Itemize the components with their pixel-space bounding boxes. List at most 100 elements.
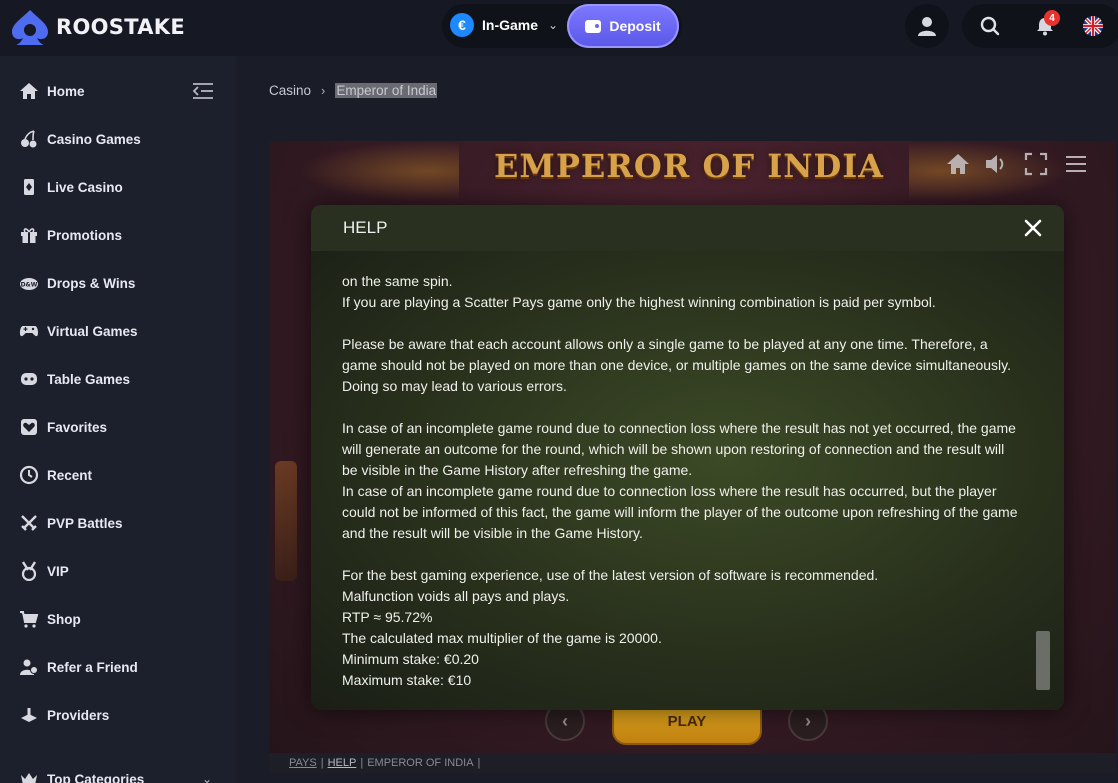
game-footer: PAYS | HELP | EMPEROR OF INDIA |: [269, 753, 1116, 773]
sidebar-item-providers[interactable]: Providers: [0, 695, 236, 735]
sidebar-item-label: Refer a Friend: [47, 659, 138, 675]
uk-flag-icon[interactable]: [1083, 16, 1103, 36]
help-text-line: Doing so may lead to various errors.: [342, 378, 567, 394]
help-paragraph-gap: [342, 313, 1032, 334]
wallet-selector[interactable]: € In-Game ⌄ Deposit: [442, 4, 682, 48]
wallet-currency[interactable]: € In-Game ⌄: [450, 13, 558, 37]
sidebar: Home Casino Games Live Casino Promotions…: [0, 56, 236, 783]
crown-icon: [21, 773, 37, 783]
footer-separator: |: [360, 757, 364, 769]
help-text-line: In case of an incomplete game round due …: [342, 483, 997, 499]
sidebar-item-vip[interactable]: VIP: [0, 551, 236, 591]
sidebar-item-label: Virtual Games: [47, 323, 138, 339]
help-text-line: Malfunction voids all pays and plays.: [342, 588, 570, 604]
speaker-icon[interactable]: [983, 151, 1009, 177]
sidebar-item-casino-games[interactable]: Casino Games: [0, 119, 236, 159]
footer-separator: |: [320, 757, 324, 769]
help-modal-title: HELP: [343, 218, 388, 237]
sidebar-item-label: Live Casino: [47, 179, 123, 195]
help-text-line: will generate an outcome for the round, …: [342, 441, 1005, 457]
sidebar-item-refer-a-friend[interactable]: Refer a Friend: [0, 647, 236, 687]
sidebar-item-label: Home: [47, 83, 85, 99]
help-text-line: For the best gaming experience, use of t…: [342, 567, 879, 583]
footer-game-name: EMPEROR OF INDIA: [367, 757, 474, 769]
breadcrumb: Casino › Emperor of India: [269, 83, 438, 98]
sidebar-item-label: Shop: [47, 611, 81, 627]
help-text-line: be visible in the Game History after ref…: [342, 462, 693, 478]
search-icon[interactable]: [980, 16, 1000, 36]
sidebar-item-live-casino[interactable]: Live Casino: [0, 167, 236, 207]
help-paragraph-gap: [342, 397, 1032, 418]
help-text-line: game should not be played on more than o…: [342, 357, 1012, 373]
table-icon: [21, 373, 37, 385]
help-text-line: Minimum stake: €0.20: [342, 651, 479, 667]
fullscreen-icon[interactable]: [1023, 151, 1049, 177]
help-text-line: If you are playing a Scatter Pays game o…: [342, 294, 936, 310]
top-bar: ROOSTAKE € In-Game ⌄ Deposit 4: [0, 0, 1118, 56]
sidebar-item-virtual-games[interactable]: Virtual Games: [0, 311, 236, 351]
help-text-line: could not be informed of this fact, the …: [342, 504, 1018, 520]
sidebar-item-favorites[interactable]: Favorites: [0, 407, 236, 447]
close-icon[interactable]: [1021, 216, 1045, 240]
gift-icon: [21, 228, 37, 243]
home-icon[interactable]: [945, 151, 971, 177]
help-text-line: Maximum stake: €10: [342, 672, 472, 688]
help-text-line: In case of an incomplete game round due …: [342, 420, 1016, 436]
sidebar-item-label: Favorites: [47, 419, 108, 435]
help-text-line: and the result will be visible in the Ga…: [342, 525, 643, 541]
medal-icon: [21, 561, 37, 581]
breadcrumb-casino[interactable]: Casino: [269, 83, 311, 98]
brand-name: ROOSTAKE: [56, 15, 185, 39]
sidebar-item-recent[interactable]: Recent: [0, 455, 236, 495]
sidebar-item-shop[interactable]: Shop: [0, 599, 236, 639]
brand-logo[interactable]: ROOSTAKE: [10, 8, 185, 46]
help-scrollbar-track[interactable]: [1036, 261, 1050, 691]
euro-icon: €: [450, 13, 474, 37]
help-text-line: Please be aware that each account allows…: [342, 336, 988, 352]
sidebar-item-promotions[interactable]: Promotions: [0, 215, 236, 255]
header-actions: 4: [962, 4, 1118, 48]
help-modal: HELP on the same spin. If you are playing…: [311, 205, 1064, 710]
cherries-icon: [21, 130, 37, 148]
help-text-line: RTP ≈ 95.72%: [342, 609, 433, 625]
clock-icon: [19, 465, 39, 485]
menu-icon[interactable]: [1063, 151, 1089, 177]
sidebar-item-label: Table Games: [47, 371, 131, 387]
spade-logo-icon: [12, 10, 48, 45]
sidebar-item-label: Drops & Wins: [47, 275, 136, 291]
user-icon: [918, 17, 936, 36]
help-modal-body: on the same spin. If you are playing a Sc…: [342, 271, 1032, 691]
gamepad-icon: [19, 326, 39, 337]
sidebar-item-label: PVP Battles: [47, 515, 123, 531]
sidebar-item-label: Recent: [47, 467, 93, 483]
sidebar-item-label: Promotions: [47, 227, 123, 243]
sidebar-item-drops-wins[interactable]: D&W Drops & Wins: [0, 263, 236, 303]
svg-text:D&W: D&W: [21, 282, 38, 289]
wallet-label: In-Game: [482, 17, 539, 33]
drops-wins-icon: D&W: [20, 278, 38, 290]
breadcrumb-current: Emperor of India: [335, 83, 438, 98]
sidebar-item-label: Casino Games: [47, 131, 141, 147]
sidebar-item-label: Top Categories: [47, 771, 145, 783]
notification-badge: 4: [1044, 10, 1060, 26]
help-scrollbar-thumb[interactable]: [1036, 631, 1050, 690]
chevron-down-icon: ⌄: [548, 18, 559, 32]
sidebar-item-pvp-battles[interactable]: PVP Battles: [0, 503, 236, 543]
game-pillar: [275, 461, 297, 581]
footer-separator: |: [477, 757, 481, 769]
sidebar-item-table-games[interactable]: Table Games: [0, 359, 236, 399]
help-paragraph-gap: [342, 544, 1032, 565]
game-title: EMPEROR OF INDIA: [494, 147, 884, 185]
help-text-line: The calculated max multiplier of the gam…: [342, 630, 662, 646]
sidebar-item-home[interactable]: Home: [0, 71, 236, 111]
providers-icon: [21, 708, 37, 722]
sidebar-item-label: VIP: [47, 563, 69, 579]
sidebar-item-top-categories[interactable]: Top Categories ⌄: [0, 759, 236, 783]
deposit-label: Deposit: [609, 18, 661, 34]
wallet-icon: [585, 19, 602, 33]
user-profile-button[interactable]: [905, 4, 949, 48]
pays-link[interactable]: PAYS: [289, 757, 317, 769]
heart-icon: [21, 419, 37, 435]
help-link[interactable]: HELP: [328, 757, 357, 769]
deposit-button[interactable]: Deposit: [567, 4, 679, 48]
